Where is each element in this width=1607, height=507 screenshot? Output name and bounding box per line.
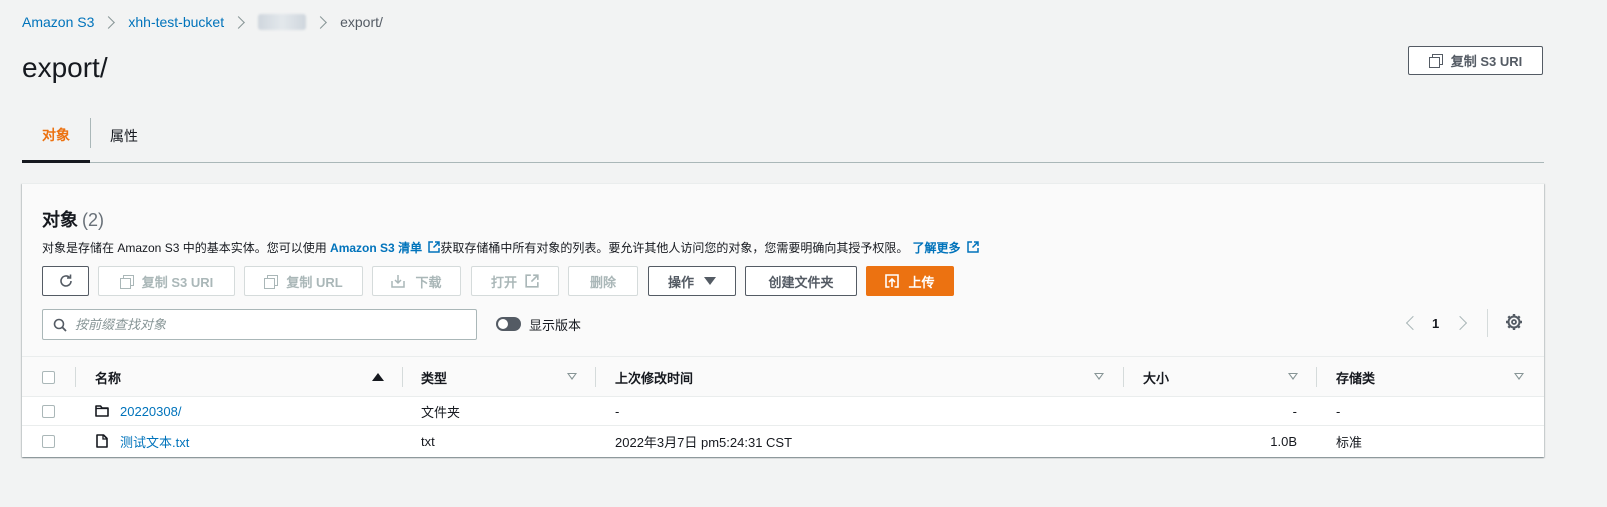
pagination: 1 <box>1402 308 1468 338</box>
copy-icon <box>1428 54 1443 68</box>
sort-icon[interactable] <box>1094 373 1104 380</box>
objects-panel: 对象 (2) 对象是存储在 Amazon S3 中的基本实体。您可以使用 Amaz… <box>22 183 1544 457</box>
row-checkbox[interactable] <box>42 405 55 418</box>
objects-panel-title: 对象 (2) <box>42 206 104 232</box>
table-row: 测试文本.txt txt 2022年3月7日 pm5:24:31 CST 1.0… <box>22 427 1544 456</box>
object-type: 文件夹 <box>421 405 461 420</box>
show-versions-label: 显示版本 <box>529 318 582 333</box>
copy-icon <box>264 274 279 289</box>
tab-properties[interactable]: 属性 <box>110 110 138 162</box>
column-divider <box>402 367 403 387</box>
folder-icon <box>95 405 109 417</box>
caret-down-icon <box>704 277 716 285</box>
column-divider <box>75 367 76 387</box>
gear-icon[interactable] <box>1503 311 1525 333</box>
description-text-2: 获取存储桶中所有对象的列表。要允许其他人访问您的对象，您需要明确向其授予权限。 <box>440 241 909 255</box>
select-all-checkbox[interactable] <box>42 371 55 384</box>
column-header-type[interactable]: 类型 <box>421 357 447 397</box>
delete-label: 删除 <box>589 274 616 290</box>
object-name-link[interactable]: 测试文本.txt <box>120 427 189 456</box>
search-icon <box>53 318 67 332</box>
actions-dropdown[interactable]: 操作 <box>648 266 736 296</box>
breadcrumb-current: export/ <box>340 14 383 30</box>
upload-label: 上传 <box>908 274 935 290</box>
sort-icon[interactable] <box>567 373 577 380</box>
chevron-right-icon <box>232 15 245 29</box>
external-link-icon <box>428 241 441 253</box>
object-size: 1.0B <box>1270 434 1297 449</box>
object-storage-class: 标准 <box>1336 435 1363 450</box>
next-page-icon[interactable] <box>1453 315 1468 331</box>
upload-button[interactable]: 上传 <box>866 266 954 296</box>
open-button[interactable]: 打开 <box>471 266 559 296</box>
external-link-icon <box>967 241 979 253</box>
objects-panel-header: 对象 (2) 对象是存储在 Amazon S3 中的基本实体。您可以使用 Amaz… <box>22 184 1544 356</box>
sort-icon[interactable] <box>1288 373 1298 380</box>
column-header-name[interactable]: 名称 <box>95 357 121 397</box>
refresh-button[interactable] <box>42 266 89 296</box>
inventory-link-label: Amazon S3 清单 <box>330 241 423 255</box>
objects-description: 对象是存储在 Amazon S3 中的基本实体。您可以使用 Amazon S3 … <box>42 239 979 256</box>
current-page-number[interactable]: 1 <box>1432 316 1439 331</box>
objects-title-text: 对象 <box>42 210 78 230</box>
tab-bar: 对象 属性 <box>22 110 1544 163</box>
column-divider <box>1123 367 1124 387</box>
breadcrumb: Amazon S3 xhh-test-bucket export/ <box>22 13 383 31</box>
chevron-right-icon <box>314 15 327 29</box>
page-title: export/ <box>22 52 108 83</box>
column-header-storage-class[interactable]: 存储类 <box>1336 357 1375 397</box>
breadcrumb-amazon-s3[interactable]: Amazon S3 <box>22 14 94 30</box>
object-type: txt <box>421 434 435 449</box>
search-box <box>42 309 477 340</box>
copy-url-button[interactable]: 复制 URL <box>244 266 363 296</box>
pagination-divider <box>1487 309 1488 337</box>
object-size: - <box>1292 404 1297 419</box>
column-divider <box>1316 367 1317 387</box>
breadcrumb-bucket[interactable]: xhh-test-bucket <box>128 14 224 30</box>
external-link-icon <box>525 274 539 288</box>
delete-button[interactable]: 删除 <box>568 266 638 296</box>
copy-s3-uri-header-label: 复制 S3 URI <box>1450 54 1523 69</box>
download-icon <box>391 275 406 288</box>
file-icon <box>96 434 108 448</box>
object-storage-class: - <box>1336 404 1341 419</box>
column-header-last-modified[interactable]: 上次修改时间 <box>615 357 693 397</box>
open-label: 打开 <box>490 274 517 290</box>
learn-more-label: 了解更多 <box>912 241 961 255</box>
row-checkbox[interactable] <box>42 435 55 448</box>
sort-icon[interactable] <box>1514 373 1524 380</box>
copy-icon <box>119 274 134 289</box>
copy-url-label: 复制 URL <box>286 274 343 290</box>
objects-count: (2) <box>82 210 104 230</box>
description-text-1: 对象是存储在 Amazon S3 中的基本实体。您可以使用 <box>42 241 331 255</box>
copy-s3-uri-header-button[interactable]: 复制 S3 URI <box>1408 46 1543 75</box>
object-last-modified: - <box>615 404 620 419</box>
copy-s3-uri-button[interactable]: 复制 S3 URI <box>98 266 235 296</box>
create-folder-button[interactable]: 创建文件夹 <box>745 266 857 296</box>
previous-page-icon[interactable] <box>1405 315 1421 331</box>
object-name-link[interactable]: 20220308/ <box>120 397 181 426</box>
copy-s3-uri-label: 复制 S3 URI <box>141 274 214 290</box>
sort-ascending-icon[interactable] <box>372 373 384 381</box>
search-input[interactable] <box>75 317 455 332</box>
column-divider <box>595 367 596 387</box>
object-last-modified: 2022年3月7日 pm5:24:31 CST <box>615 435 793 450</box>
refresh-icon <box>59 274 72 287</box>
tab-divider <box>90 118 91 148</box>
table-header: 名称 类型 上次修改时间 大小 存储类 <box>22 356 1544 397</box>
download-button[interactable]: 下载 <box>372 266 461 296</box>
create-folder-label: 创建文件夹 <box>768 274 834 290</box>
table-row: 20220308/ 文件夹 - - - <box>22 397 1544 426</box>
inventory-link[interactable]: Amazon S3 清单 <box>330 241 441 255</box>
chevron-right-icon <box>102 15 116 29</box>
show-versions-toggle[interactable] <box>496 317 521 331</box>
breadcrumb-redacted-item[interactable] <box>258 14 307 30</box>
upload-icon <box>885 274 900 288</box>
column-header-size[interactable]: 大小 <box>1143 357 1169 397</box>
actions-label: 操作 <box>667 274 694 290</box>
tab-objects[interactable]: 对象 <box>22 110 90 163</box>
learn-more-link[interactable]: 了解更多 <box>912 241 979 255</box>
download-label: 下载 <box>415 274 442 290</box>
